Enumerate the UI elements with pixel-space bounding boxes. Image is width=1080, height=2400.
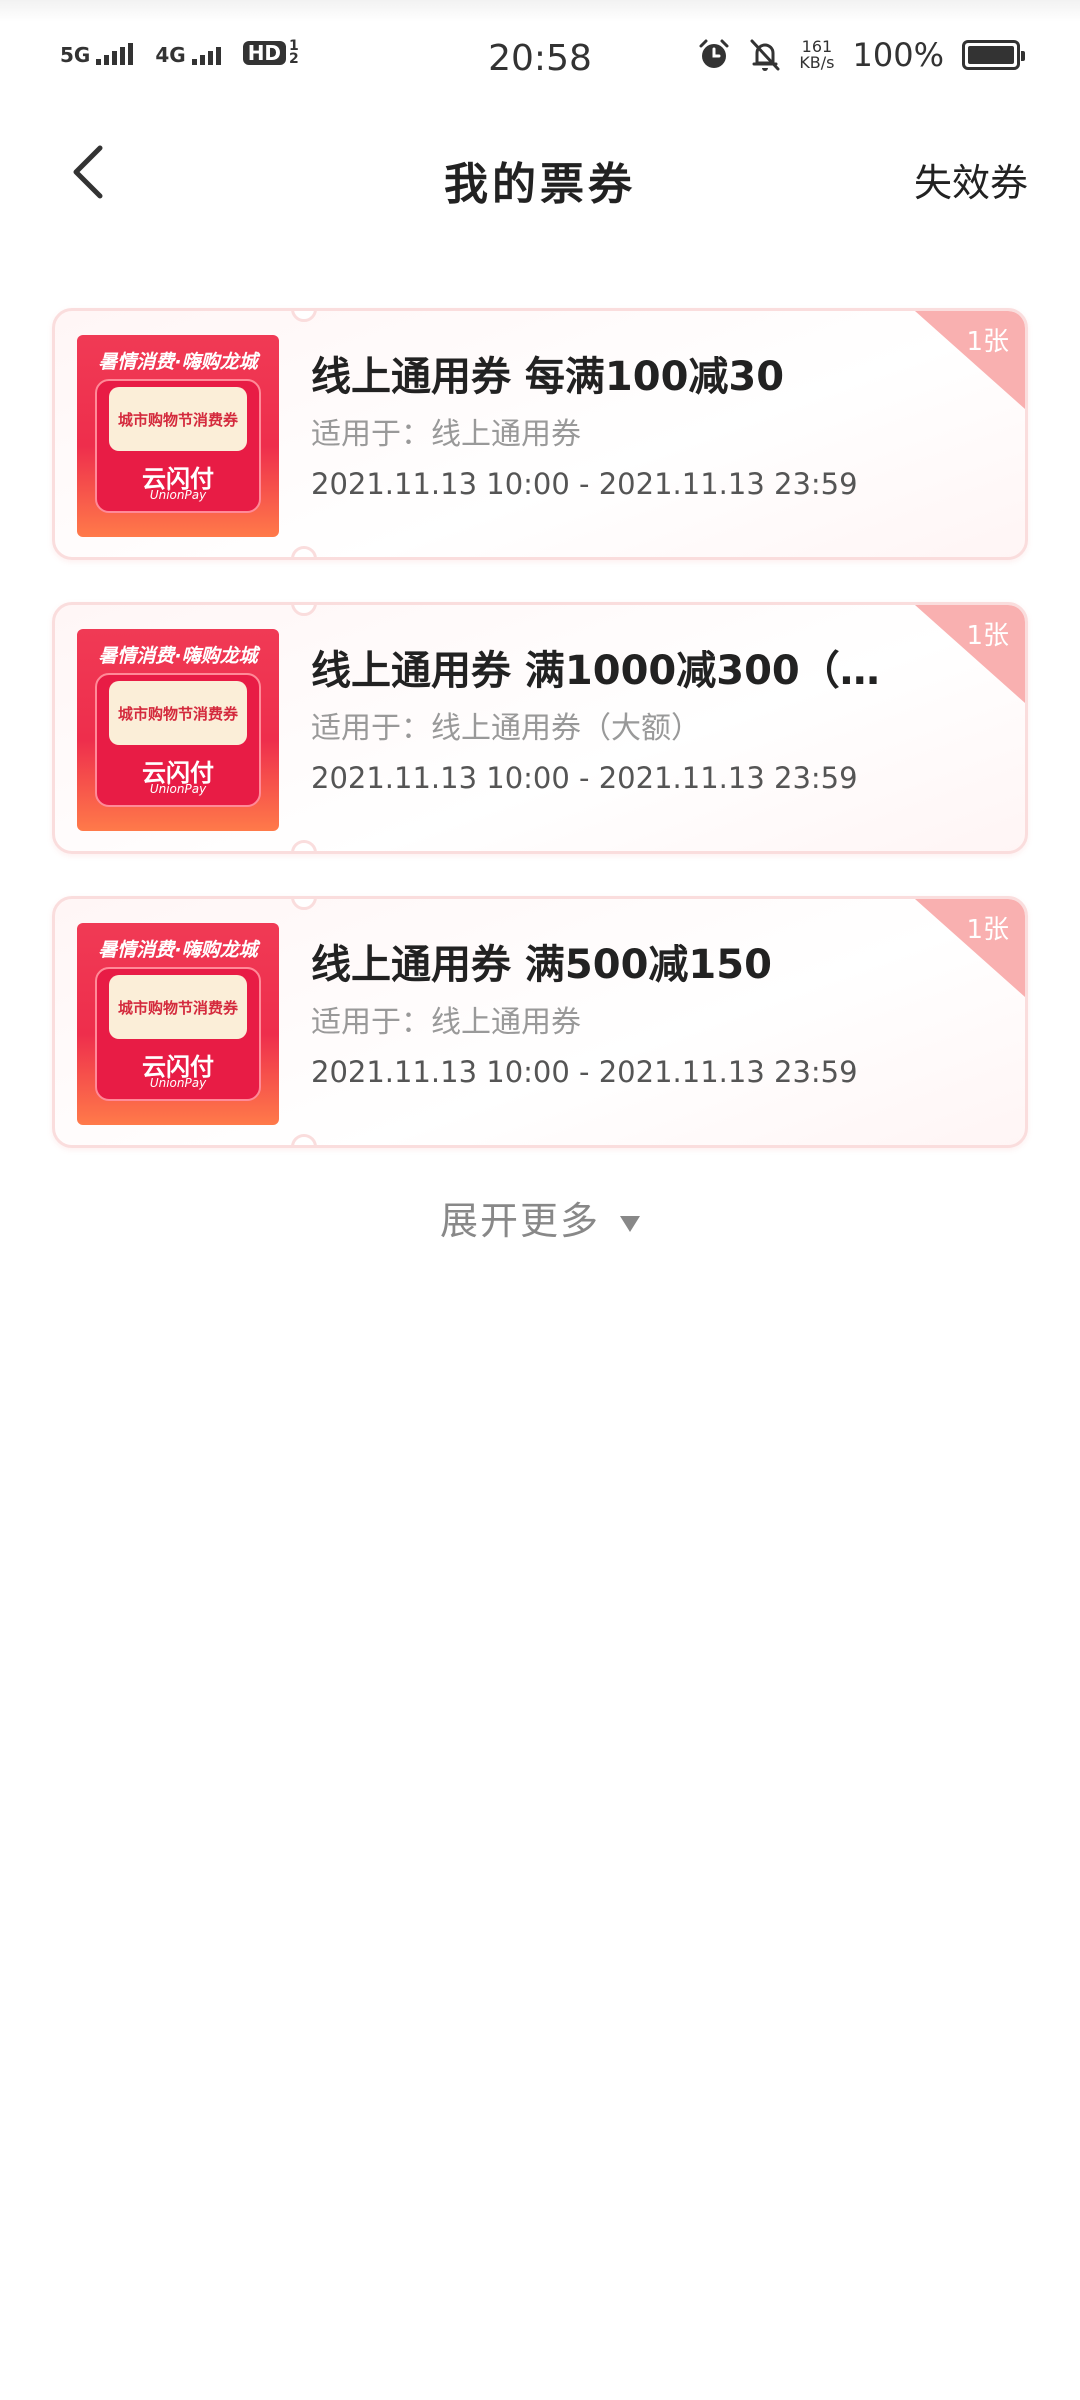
count-badge: 1张 (915, 311, 1025, 409)
count-badge-text: 1张 (966, 327, 1009, 357)
coupon-info: 线上通用券 满1000减300（大… 适用于：线上通用券（大额） 2021.11… (311, 647, 911, 796)
thumb-brand-sub: UnionPay (149, 1076, 207, 1090)
expired-coupons-link[interactable]: 失效券 (914, 152, 1028, 207)
coupon-applicable: 适用于：线上通用券（大额） (311, 711, 701, 746)
count-badge: 1张 (915, 899, 1025, 997)
thumb-slogan: 暑情消费·嗨购龙城 (98, 351, 258, 373)
alarm-icon (699, 39, 729, 68)
coupon-thumbnail: 暑情消费·嗨购龙城 城市购物节消费券 云闪付 UnionPay (77, 923, 279, 1125)
count-badge: 1张 (915, 605, 1025, 703)
coupon-thumbnail: 暑情消费·嗨购龙城 城市购物节消费券 云闪付 UnionPay (77, 629, 279, 831)
bell-off-icon (750, 39, 780, 71)
coupon-list: 暑情消费·嗨购龙城 城市购物节消费券 云闪付 UnionPay 线上通用券 每满… (52, 308, 1028, 1190)
coupon-applicable: 适用于：线上通用券 (311, 417, 581, 452)
nav-bar: 我的票券 失效券 (0, 120, 1080, 230)
thumb-brand-sub: UnionPay (149, 488, 207, 502)
network-speed: 161 KB/s (799, 39, 834, 71)
coupon-title: 线上通用券 满1000减300（大… (311, 648, 911, 694)
status-bar: 5G 4G HD 1 2 20:58 161 KB/s 100% (0, 0, 1080, 120)
coupon-card[interactable]: 暑情消费·嗨购龙城 城市购物节消费券 云闪付 UnionPay 线上通用券 满5… (52, 896, 1028, 1148)
coupon-title: 线上通用券 满500减150 (311, 942, 772, 988)
triangle-down-icon (620, 1215, 640, 1232)
coupon-applicable: 适用于：线上通用券 (311, 1005, 581, 1040)
battery-percent: 100% (852, 36, 944, 74)
coupon-card[interactable]: 暑情消费·嗨购龙城 城市购物节消费券 云闪付 UnionPay 线上通用券 每满… (52, 308, 1028, 560)
coupon-info: 线上通用券 每满100减30 适用于：线上通用券 2021.11.13 10:0… (311, 353, 911, 502)
status-right: 161 KB/s 100% (697, 36, 1025, 74)
battery-icon (962, 40, 1025, 70)
expand-more-label: 展开更多 (439, 1199, 600, 1243)
coupon-card[interactable]: 暑情消费·嗨购龙城 城市购物节消费券 云闪付 UnionPay 线上通用券 满1… (52, 602, 1028, 854)
coupon-validity: 2021.11.13 10:00 - 2021.11.13 23:59 (311, 761, 858, 795)
coupon-validity: 2021.11.13 10:00 - 2021.11.13 23:59 (311, 467, 858, 501)
thumb-ticket-text: 城市购物节消费券 (117, 705, 238, 723)
coupon-title: 线上通用券 每满100减30 (311, 354, 785, 400)
speed-unit: KB/s (799, 53, 835, 72)
thumb-ticket-text: 城市购物节消费券 (117, 411, 238, 429)
expand-more-button[interactable]: 展开更多 (0, 1190, 1080, 1245)
coupon-info: 线上通用券 满500减150 适用于：线上通用券 2021.11.13 10:0… (311, 941, 911, 1090)
thumb-slogan: 暑情消费·嗨购龙城 (98, 939, 258, 961)
coupon-validity: 2021.11.13 10:00 - 2021.11.13 23:59 (311, 1055, 858, 1089)
thumb-brand-sub: UnionPay (149, 782, 207, 796)
coupon-thumbnail: 暑情消费·嗨购龙城 城市购物节消费券 云闪付 UnionPay (77, 335, 279, 537)
page: 5G 4G HD 1 2 20:58 161 KB/s 100% 我的票券 失效… (0, 0, 1080, 2400)
count-badge-text: 1张 (966, 621, 1009, 651)
thumb-slogan: 暑情消费·嗨购龙城 (98, 645, 258, 667)
thumb-ticket-text: 城市购物节消费券 (117, 999, 238, 1017)
count-badge-text: 1张 (966, 915, 1009, 945)
